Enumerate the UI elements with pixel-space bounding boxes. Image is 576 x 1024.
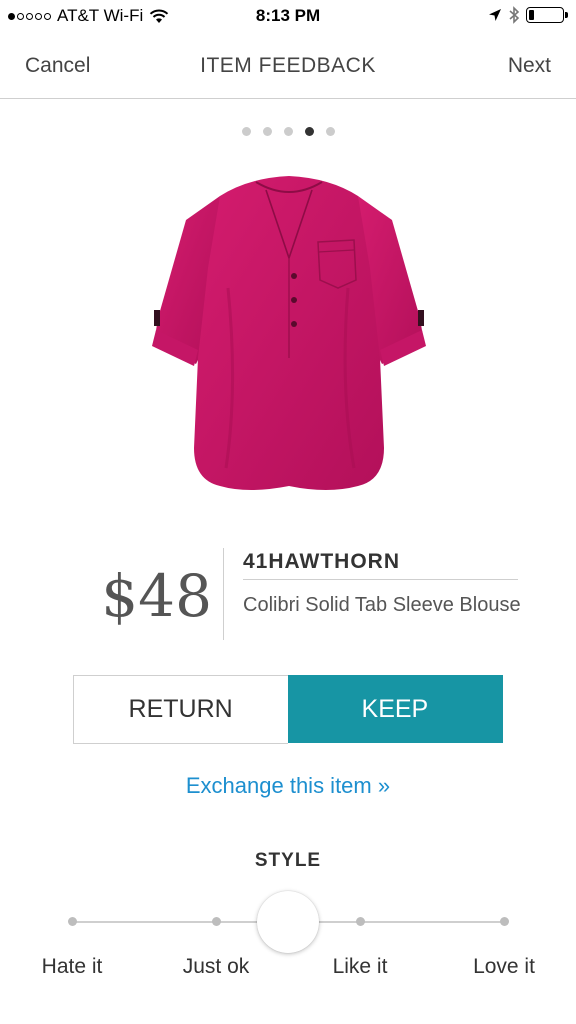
return-button[interactable]: RETURN [72, 674, 288, 744]
page-dot[interactable] [283, 127, 293, 136]
status-right [488, 6, 568, 24]
location-arrow-icon [489, 9, 501, 21]
slider-tick [499, 917, 509, 926]
battery-icon [526, 7, 568, 23]
bluetooth-icon [509, 6, 520, 24]
slider-thumb[interactable] [257, 891, 319, 953]
navigation-bar: Cancel ITEM FEEDBACK Next [0, 36, 576, 99]
rating-label: Love it [473, 955, 535, 978]
style-heading: STYLE [254, 850, 322, 871]
page-dot[interactable] [304, 127, 314, 136]
page-dot[interactable] [325, 127, 335, 136]
exchange-item-link[interactable]: Exchange this item » [0, 773, 576, 799]
slider-tick [67, 917, 77, 926]
keep-return-toggle: RETURN KEEP [72, 674, 503, 744]
brand-divider [243, 579, 518, 580]
slider-tick [211, 917, 221, 926]
product-image [152, 176, 426, 490]
page-dot[interactable] [241, 127, 251, 136]
keep-button[interactable]: KEEP [287, 676, 502, 742]
rating-label: Hate it [41, 955, 103, 978]
page-title: ITEM FEEDBACK [200, 54, 376, 77]
item-name: Colibri Solid Tab Sleeve Blouse [243, 594, 521, 616]
next-button[interactable]: Next [508, 54, 551, 78]
slider-tick [355, 917, 365, 926]
info-divider [223, 548, 224, 640]
page-indicator[interactable] [0, 127, 576, 136]
page-dot[interactable] [262, 127, 272, 136]
item-price: $48 [101, 562, 212, 630]
status-bar: AT&T Wi-Fi 8:13 PM [0, 0, 576, 36]
style-rating-slider[interactable] [67, 888, 509, 958]
brand-name: 41HAWTHORN [243, 550, 401, 573]
rating-label: Just ok [182, 955, 250, 978]
rating-label: Like it [332, 955, 388, 978]
